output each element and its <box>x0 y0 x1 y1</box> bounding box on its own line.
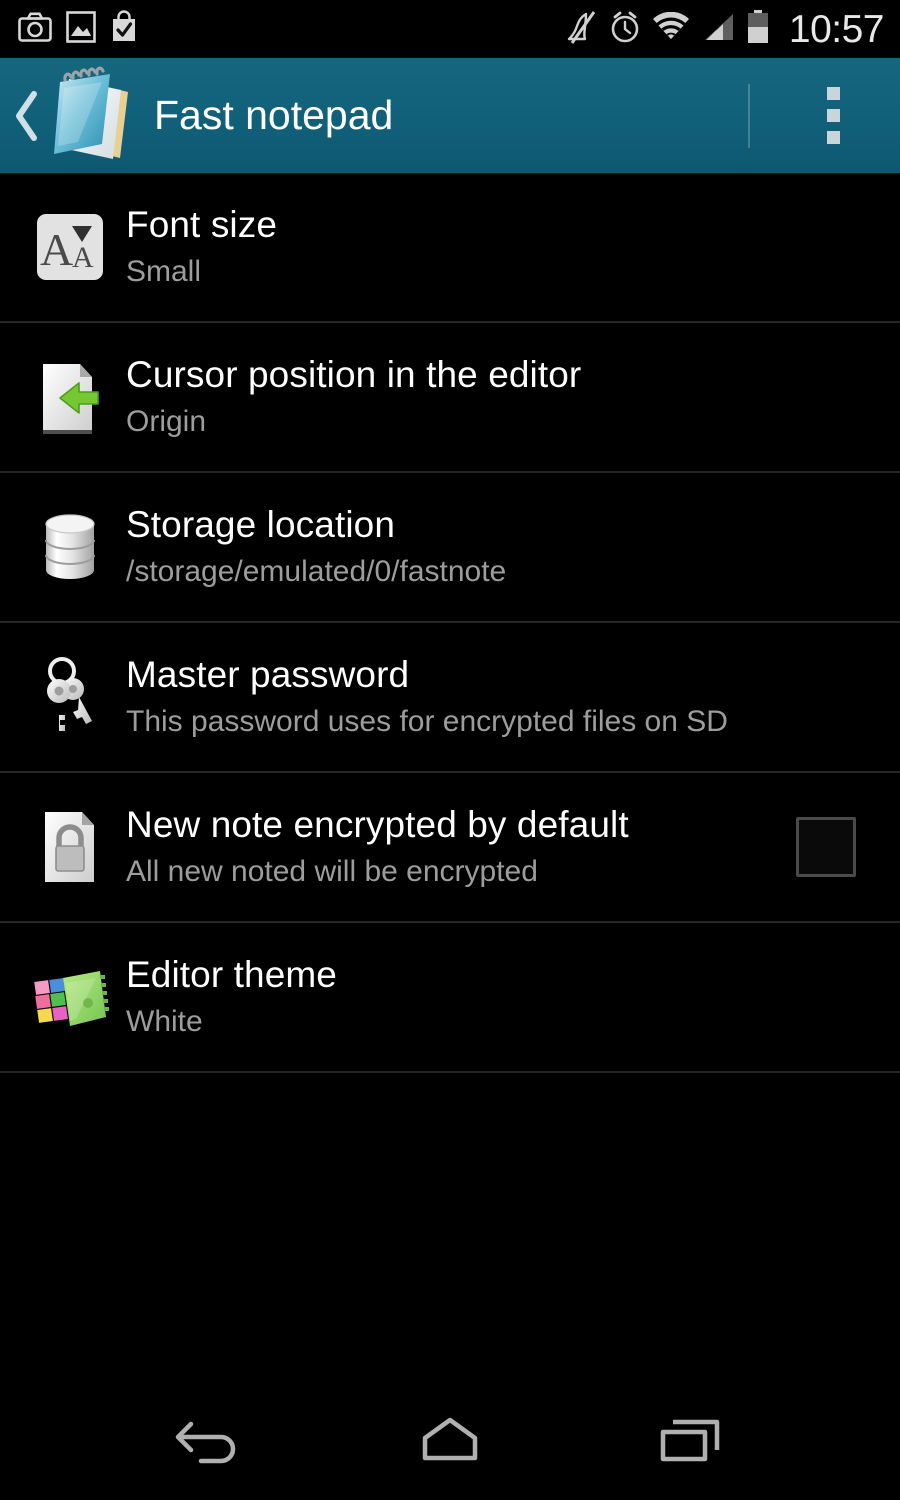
status-bar-system-icons: 10:57 <box>566 7 885 51</box>
notepad-app-icon[interactable] <box>44 66 140 166</box>
gallery-icon <box>66 10 96 48</box>
pref-summary: All new noted will be encrypted <box>126 855 538 889</box>
nav-recents-icon[interactable] <box>630 1395 750 1485</box>
camera-icon <box>18 12 52 47</box>
pref-row-new-note-encrypted[interactable]: New note encrypted by default All new no… <box>0 773 900 923</box>
status-bar-clock: 10:57 <box>788 7 885 51</box>
svg-text:A: A <box>72 241 94 274</box>
action-bar-divider <box>748 84 750 148</box>
status-bar: 10:57 <box>0 0 900 58</box>
pref-summary: White <box>126 1005 203 1039</box>
pref-text: New note encrypted by default All new no… <box>126 804 778 890</box>
pref-text: Storage location /storage/emulated/0/fas… <box>126 504 874 590</box>
pref-title: Font size <box>126 203 278 245</box>
overflow-dot-3 <box>826 131 840 144</box>
svg-text:A: A <box>40 224 73 275</box>
pref-title: Master password <box>126 653 410 695</box>
status-bar-notification-icons <box>18 10 138 48</box>
pref-text: Master password This password uses for e… <box>126 654 874 740</box>
pref-widget <box>778 817 874 877</box>
pref-text: Cursor position in the editor Origin <box>126 354 874 440</box>
pref-row-master-password[interactable]: Master password This password uses for e… <box>0 623 900 773</box>
database-icon <box>30 503 110 591</box>
play-store-bag-icon <box>110 10 138 48</box>
overflow-dot-1 <box>826 87 840 100</box>
pref-title: Cursor position in the editor <box>126 353 582 395</box>
pref-row-cursor-position[interactable]: Cursor position in the editor Origin <box>0 323 900 473</box>
pref-summary: /storage/emulated/0/fastnote <box>126 555 507 589</box>
navigation-bar <box>0 1380 900 1500</box>
pref-row-storage-location[interactable]: Storage location /storage/emulated/0/fas… <box>0 473 900 623</box>
pref-text: Font size Small <box>126 204 874 290</box>
pref-summary: Small <box>126 255 202 289</box>
pref-title: Storage location <box>126 503 396 545</box>
mute-icon <box>566 10 598 49</box>
back-chevron-icon[interactable] <box>6 88 48 144</box>
nav-back-icon[interactable] <box>150 1395 270 1485</box>
pref-summary: This password uses for encrypted files o… <box>126 705 728 739</box>
nav-home-icon[interactable] <box>390 1395 510 1485</box>
settings-list: A A Font size Small Cursor position in t… <box>0 173 900 1380</box>
font-size-icon: A A <box>30 203 110 291</box>
pref-title: New note encrypted by default <box>126 803 629 845</box>
android-screen: 10:57 Fast notepad A A Font size Small C… <box>0 0 900 1500</box>
encrypted-document-icon <box>30 803 110 891</box>
pref-summary: Origin <box>126 405 207 439</box>
wifi-icon <box>652 11 690 47</box>
signal-icon <box>701 12 735 47</box>
overflow-dot-2 <box>826 109 840 122</box>
pref-title: Editor theme <box>126 953 337 995</box>
new-note-encrypted-checkbox[interactable] <box>796 817 856 877</box>
app-title: Fast notepad <box>154 92 394 138</box>
overflow-menu-icon[interactable] <box>810 76 856 156</box>
action-bar: Fast notepad <box>0 58 900 173</box>
pref-row-font-size[interactable]: A A Font size Small <box>0 173 900 323</box>
keys-icon <box>30 653 110 741</box>
pref-row-editor-theme[interactable]: Editor theme White <box>0 923 900 1073</box>
cursor-position-icon <box>30 353 110 441</box>
editor-theme-icon <box>30 953 110 1041</box>
alarm-icon <box>609 10 641 49</box>
battery-icon <box>746 9 770 49</box>
pref-text: Editor theme White <box>126 954 874 1040</box>
